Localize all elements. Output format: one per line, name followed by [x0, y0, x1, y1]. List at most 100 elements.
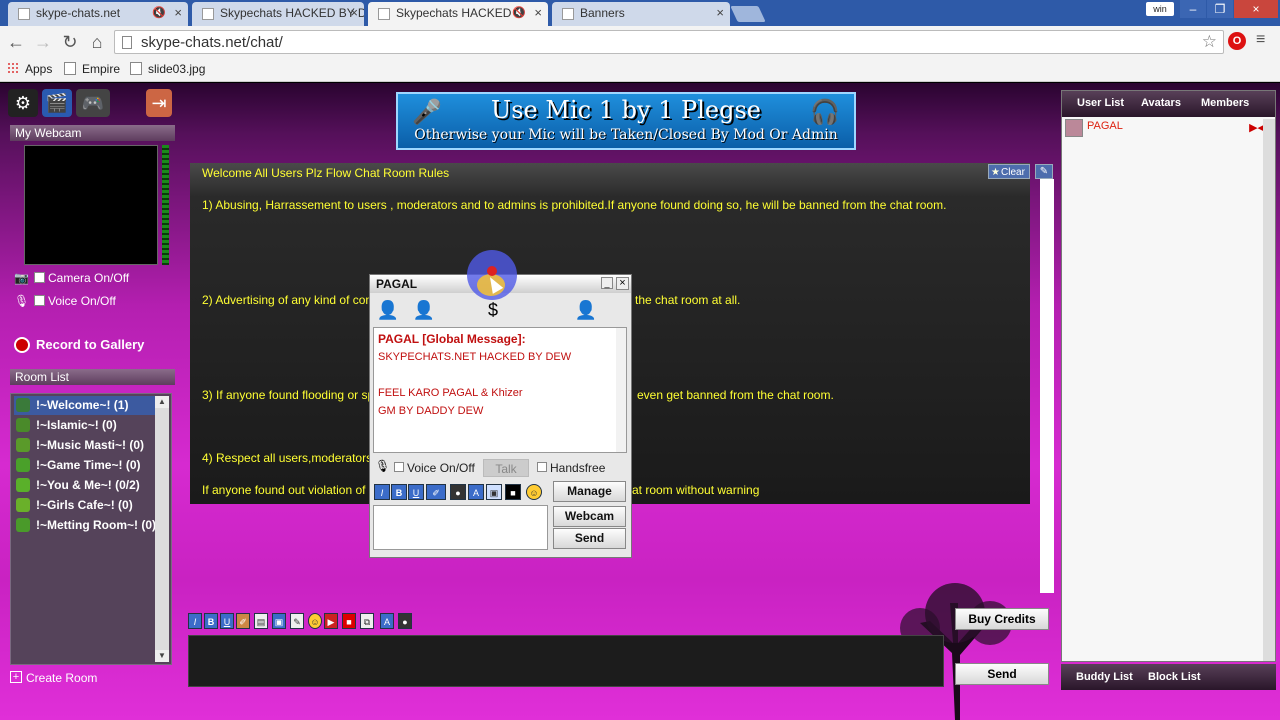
room-item[interactable]: !~You & Me~! (0/2) [14, 476, 157, 495]
send-button[interactable]: Send [955, 663, 1049, 685]
tab-block-list[interactable]: Block List [1148, 671, 1201, 683]
maximize-button[interactable]: ❐ [1207, 0, 1233, 18]
address-bar[interactable]: skype-chats.net/chat/ ☆ [114, 30, 1224, 54]
tab-buddy-list[interactable]: Buddy List [1076, 671, 1133, 683]
eraser-icon[interactable]: ✎ [1035, 164, 1053, 179]
smiley-icon[interactable]: ☺ [526, 484, 542, 500]
close-icon[interactable]: × [534, 5, 542, 20]
new-tab-button[interactable] [730, 6, 766, 22]
window-user-badge[interactable]: win [1146, 2, 1174, 16]
close-icon[interactable]: × [616, 277, 629, 290]
buy-credits-button[interactable]: Buy Credits [955, 608, 1049, 630]
settings-gear-icon[interactable]: ⚙ [8, 89, 38, 117]
manage-button[interactable]: Manage [553, 481, 626, 502]
speaker-muted-icon[interactable]: 🔇 [152, 6, 166, 19]
user-row[interactable]: PAGAL ▶◀ [1063, 119, 1274, 137]
popup-send-button[interactable]: Send [553, 528, 626, 549]
room-item[interactable]: !~Game Time~! (0) [14, 456, 157, 475]
brush-icon[interactable]: ✐ [236, 613, 250, 629]
close-icon[interactable]: × [350, 5, 358, 20]
webcam-button[interactable]: Webcam [553, 506, 626, 527]
forward-arrow-icon[interactable]: → [33, 32, 53, 52]
clear-chat-button[interactable]: ★ Clear [988, 164, 1030, 179]
chat-input[interactable] [188, 635, 944, 687]
tab-skype-chats[interactable]: skype-chats.net 🔇 × [8, 2, 188, 26]
video-icon[interactable]: 🎬 [42, 89, 72, 117]
bold-icon[interactable]: B [391, 484, 407, 500]
room-item[interactable]: !~Islamic~! (0) [14, 416, 157, 435]
menu-icon[interactable]: ≡ [1256, 31, 1265, 49]
voice-checkbox[interactable] [34, 295, 45, 306]
bookmark-empire[interactable]: Empire [64, 62, 120, 76]
tab-hacked-1[interactable]: Skypechats HACKED BY D × [192, 2, 364, 26]
voice-checkbox[interactable] [394, 462, 404, 472]
tab-banners[interactable]: Banners × [552, 2, 730, 26]
italic-icon[interactable]: I [374, 484, 390, 500]
speaker-muted-icon[interactable]: 🔇 [512, 6, 526, 19]
url-text[interactable]: skype-chats.net/chat/ [141, 34, 283, 51]
room-item[interactable]: !~Music Masti~! (0) [14, 436, 157, 455]
tab-avatars[interactable]: Avatars [1141, 97, 1181, 109]
tab-hacked-2[interactable]: Skypechats HACKED B 🔇 × [368, 2, 548, 26]
close-icon[interactable]: × [174, 5, 182, 20]
room-item[interactable]: !~Girls Cafe~! (0) [14, 496, 157, 515]
scroll-up-icon[interactable]: ▲ [155, 396, 169, 408]
room-item[interactable]: !~Welcome~! (1) [14, 396, 157, 415]
underline-icon[interactable]: U [408, 484, 424, 500]
popup-message-log[interactable]: PAGAL [Global Message]: SKYPECHATS.NET H… [373, 327, 627, 453]
crop-icon[interactable]: ⧉ [360, 613, 374, 629]
close-icon[interactable]: × [716, 5, 724, 20]
smiley-icon[interactable]: ☺ [308, 613, 322, 629]
color-picker-icon[interactable]: ■ [342, 613, 356, 629]
color-picker-icon[interactable]: ■ [505, 484, 521, 500]
font-size-icon[interactable]: A [468, 484, 484, 500]
image-icon[interactable]: ▣ [272, 613, 286, 629]
speech-bubble-icon[interactable]: ● [398, 613, 412, 629]
camera-checkbox[interactable] [34, 272, 45, 283]
minimize-icon[interactable]: _ [601, 277, 613, 289]
voice-toggle[interactable]: 🎙 Voice On/Off [14, 294, 116, 308]
bookmark-apps[interactable]: Apps [7, 62, 52, 76]
gamepad-icon[interactable]: 🎮 [76, 89, 110, 117]
bookmark-slide[interactable]: slide03.jpg [130, 62, 205, 76]
youtube-icon[interactable]: ▶ [324, 613, 338, 629]
talk-button[interactable]: Talk [483, 459, 529, 477]
record-to-gallery-button[interactable]: Record to Gallery [14, 337, 144, 353]
font-size-icon[interactable]: A [380, 613, 394, 629]
home-icon[interactable]: ⌂ [87, 32, 107, 52]
scroll-down-icon[interactable]: ▼ [155, 650, 169, 662]
popup-voice-toggle[interactable]: Voice On/Off [394, 461, 475, 475]
tab-members[interactable]: Members [1201, 97, 1249, 109]
rule-line-tail: at room without warning [632, 483, 760, 497]
room-list-scrollbar[interactable]: ▲ ▼ [155, 396, 169, 662]
eraser-icon[interactable]: ✐ [426, 484, 446, 500]
reload-icon[interactable]: ↻ [60, 32, 80, 52]
user-search-icon[interactable]: 👤 [573, 297, 599, 323]
extension-icon[interactable]: O [1228, 32, 1246, 50]
speech-bubble-icon[interactable]: ● [450, 484, 466, 500]
italic-icon[interactable]: I [188, 613, 202, 629]
block-user-icon[interactable]: 👤 [411, 297, 437, 323]
image-icon[interactable]: ▣ [486, 484, 502, 500]
bold-icon[interactable]: B [204, 613, 218, 629]
room-item[interactable]: !~Metting Room~! (0) [14, 516, 157, 535]
popup-message-input[interactable] [373, 505, 548, 550]
handsfree-checkbox[interactable] [537, 462, 547, 472]
window-close-button[interactable]: × [1234, 0, 1278, 18]
back-arrow-icon[interactable]: ← [6, 32, 26, 52]
camera-toggle[interactable]: 📷 Camera On/Off [14, 271, 129, 285]
user-list-scrollbar[interactable] [1263, 119, 1275, 661]
create-room-button[interactable]: + Create Room [10, 671, 97, 685]
underline-icon[interactable]: U [220, 613, 234, 629]
pen-icon[interactable]: ✎ [290, 613, 304, 629]
star-icon[interactable]: ☆ [1202, 32, 1217, 52]
document-icon[interactable]: ▤ [254, 613, 268, 629]
exit-door-icon[interactable]: ⇥ [146, 89, 172, 117]
credits-icon[interactable]: $ [480, 297, 506, 323]
tab-user-list[interactable]: User List [1077, 97, 1124, 109]
message-scrollbar[interactable] [616, 328, 626, 452]
minimize-button[interactable]: – [1180, 0, 1206, 18]
add-user-icon[interactable]: 👤 [375, 297, 401, 323]
handsfree-toggle[interactable]: Handsfree [537, 461, 605, 475]
chat-scrollbar[interactable] [1040, 179, 1054, 593]
